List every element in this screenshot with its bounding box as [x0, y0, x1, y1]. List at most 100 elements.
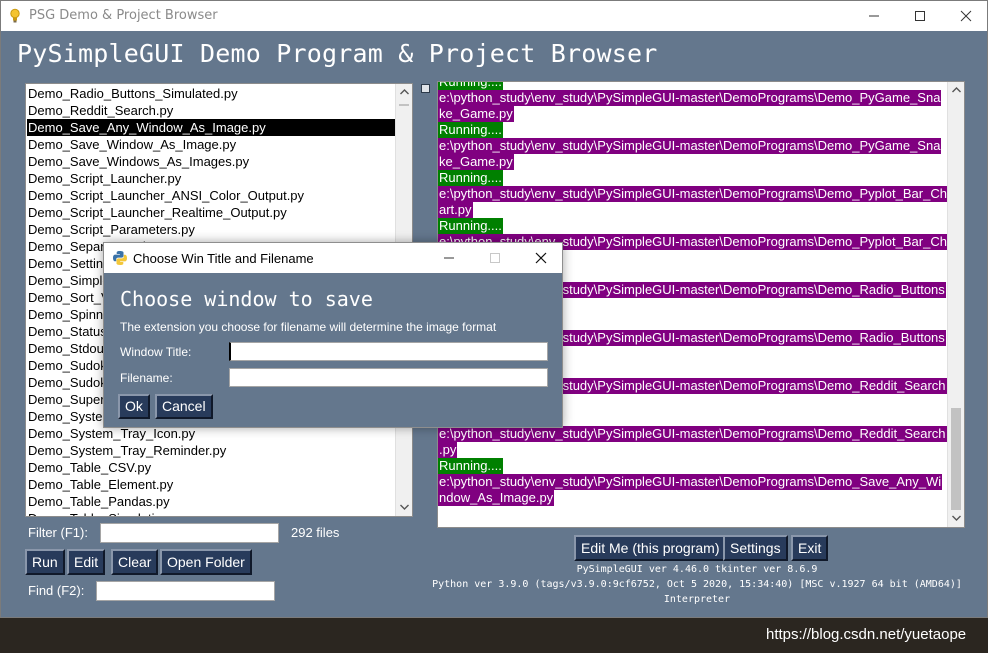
cancel-button[interactable]: Cancel: [155, 394, 213, 419]
dialog-title-bar[interactable]: Choose Win Title and Filename: [104, 243, 562, 273]
chevron-up-icon: [400, 89, 409, 95]
output-line: Running....: [438, 458, 946, 474]
output-line: e:\python_study\env_study\PySimpleGUI-ma…: [438, 90, 946, 106]
scroll-thumb[interactable]: [399, 104, 409, 106]
path-text: ke_Game.py: [438, 106, 514, 122]
window-title: PSG Demo & Project Browser: [29, 8, 218, 23]
chevron-up-icon: [952, 87, 961, 93]
lightbulb-icon: [9, 8, 21, 24]
output-line: ndow_As_Image.py: [438, 490, 946, 506]
run-button[interactable]: Run: [25, 549, 65, 575]
filter-input[interactable]: [100, 523, 279, 543]
running-text: Running....: [438, 218, 503, 234]
file-list-item[interactable]: Demo_Radio_Buttons_Simulated.py: [27, 85, 396, 102]
scroll-up-arrow[interactable]: [396, 84, 412, 101]
output-line: e:\python_study\env_study\PySimpleGUI-ma…: [438, 426, 947, 442]
output-line: .py: [438, 442, 946, 458]
maximize-button[interactable]: [897, 1, 943, 31]
clear-button[interactable]: Clear: [111, 549, 159, 575]
window-title-input[interactable]: [229, 342, 548, 361]
path-text: ke_Game.py: [438, 154, 514, 170]
file-list-item[interactable]: Demo_Reddit_Search.py: [27, 102, 396, 119]
dialog-heading: Choose window to save: [120, 287, 373, 311]
file-list-item[interactable]: Demo_Table_Pandas.py: [27, 493, 396, 510]
version-interpreter: Interpreter: [663, 594, 731, 605]
output-line: Running....: [438, 170, 946, 186]
chevron-down-icon: [952, 515, 961, 521]
output-line: ke_Game.py: [438, 106, 946, 122]
path-text: art.py: [438, 202, 473, 218]
window-title-label: Window Title:: [120, 345, 192, 359]
file-list-item[interactable]: Demo_Save_Any_Window_As_Image.py: [27, 119, 396, 136]
file-list-item[interactable]: Demo_System_Tray_Reminder.py: [27, 442, 396, 459]
file-list-item[interactable]: Demo_Table_Simulation.py: [27, 510, 396, 516]
output-line: art.py: [438, 202, 946, 218]
filter-label: Filter (F1):: [28, 525, 88, 540]
file-list-item[interactable]: Demo_Save_Windows_As_Images.py: [27, 153, 396, 170]
path-text: e:\python_study\env_study\PySimpleGUI-ma…: [438, 474, 943, 490]
output-line: Running....: [438, 218, 946, 234]
output-scroll-thumb[interactable]: [951, 408, 961, 510]
running-text: Running....: [438, 170, 503, 186]
path-text: e:\python_study\env_study\PySimpleGUI-ma…: [438, 426, 947, 442]
app-heading: PySimpleGUI Demo Program & Project Brows…: [17, 39, 658, 68]
maximize-icon: [915, 11, 925, 21]
dialog-description: The extension you choose for filename wi…: [120, 320, 497, 334]
path-text: e:\python_study\env_study\PySimpleGUI-ma…: [438, 138, 942, 154]
minimize-button[interactable]: [851, 1, 897, 31]
output-line: ke_Game.py: [438, 154, 946, 170]
file-list-item[interactable]: Demo_Script_Parameters.py: [27, 221, 396, 238]
chevron-down-icon: [400, 504, 409, 510]
file-list-item[interactable]: Demo_Table_Element.py: [27, 476, 396, 493]
watermark-text: https://blog.csdn.net/yuetaope: [766, 626, 967, 643]
scroll-down-arrow[interactable]: [396, 499, 412, 516]
output-line: e:\python_study\env_study\PySimpleGUI-ma…: [438, 138, 946, 154]
output-line: Running....: [438, 122, 946, 138]
close-button[interactable]: [943, 1, 987, 31]
version-python: Python ver 3.9.0 (tags/v3.9.0:9cf6752, O…: [432, 579, 962, 590]
find-label: Find (F2):: [28, 583, 85, 598]
output-scrollbar[interactable]: [947, 82, 964, 527]
file-list-item[interactable]: Demo_Table_CSV.py: [27, 459, 396, 476]
settings-button[interactable]: Settings: [723, 535, 788, 561]
exit-button[interactable]: Exit: [791, 535, 829, 561]
running-text: Running....: [438, 122, 503, 138]
python-icon: [112, 250, 128, 271]
output-line: Running....: [438, 82, 946, 90]
save-window-dialog: Choose Win Title and Filename Choose win…: [103, 242, 563, 428]
filename-input[interactable]: [229, 368, 548, 387]
path-text: e:\python_study\env_study\PySimpleGUI-ma…: [438, 186, 948, 202]
output-line: e:\python_study\env_study\PySimpleGUI-ma…: [438, 186, 948, 202]
edit-button[interactable]: Edit: [67, 549, 106, 575]
file-list-item[interactable]: Demo_Save_Window_As_Image.py: [27, 136, 396, 153]
version-pysimplegui: PySimpleGUI ver 4.46.0 tkinter ver 8.6.9: [576, 564, 818, 575]
output-scroll-up-arrow[interactable]: [948, 82, 964, 99]
find-input[interactable]: [96, 581, 275, 601]
file-list-item[interactable]: Demo_Script_Launcher_ANSI_Color_Output.p…: [27, 187, 396, 204]
file-list-item[interactable]: Demo_Script_Launcher_Realtime_Output.py: [27, 204, 396, 221]
output-checkbox[interactable]: [421, 84, 430, 93]
edit-me-button[interactable]: Edit Me (this program): [574, 535, 727, 561]
filename-label: Filename:: [120, 371, 173, 385]
path-text: e:\python_study\env_study\PySimpleGUI-ma…: [438, 90, 942, 106]
dialog-maximize-button[interactable]: [472, 243, 518, 273]
path-text: ndow_As_Image.py: [438, 490, 555, 506]
file-list-item[interactable]: Demo_Script_Launcher.py: [27, 170, 396, 187]
close-icon: [960, 10, 972, 22]
output-line: e:\python_study\env_study\PySimpleGUI-ma…: [438, 474, 946, 490]
maximize-icon: [490, 253, 500, 263]
dialog-title: Choose Win Title and Filename: [133, 251, 314, 266]
running-text: Running....: [438, 82, 503, 90]
file-count: 292 files: [291, 525, 340, 540]
running-text: Running....: [438, 458, 503, 474]
open-folder-button[interactable]: Open Folder: [160, 549, 252, 575]
dialog-close-button[interactable]: [518, 243, 564, 273]
minimize-icon: [869, 15, 879, 17]
main-title-bar[interactable]: PSG Demo & Project Browser: [1, 1, 987, 31]
dialog-minimize-button[interactable]: [426, 243, 472, 273]
close-icon: [535, 252, 547, 264]
minimize-icon: [444, 257, 454, 259]
ok-button[interactable]: Ok: [118, 394, 150, 419]
output-scroll-down-arrow[interactable]: [948, 510, 964, 527]
path-text: .py: [438, 442, 458, 458]
